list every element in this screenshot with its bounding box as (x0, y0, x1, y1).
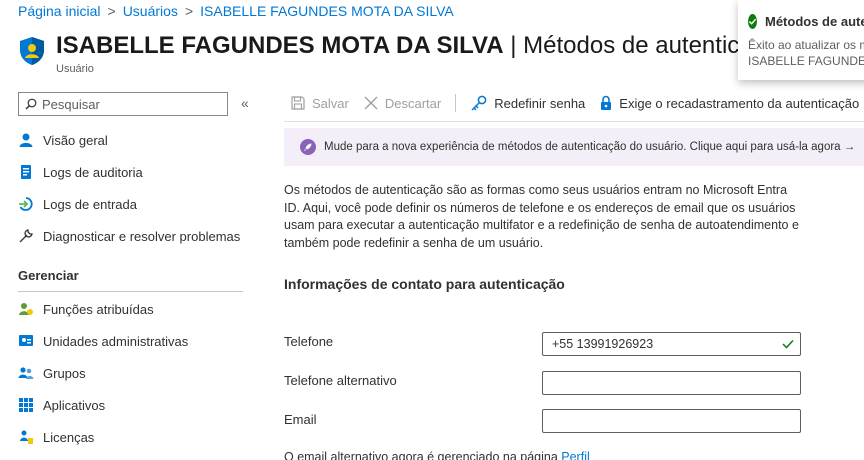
toast-body: Êxito ao atualizar os métodos ISABELLE F… (748, 37, 864, 69)
phone-label: Telefone (284, 334, 334, 349)
sidebar-item-audit-logs[interactable]: Logs de auditoria (18, 164, 143, 180)
alt-phone-field[interactable] (542, 371, 801, 395)
page-title: ISABELLE FAGUNDES MOTA DA SILVA | Método… (56, 30, 791, 62)
profile-link[interactable]: Perfil (561, 450, 589, 460)
license-icon (18, 429, 34, 445)
sidebar-item-overview[interactable]: Visão geral (18, 132, 108, 148)
toast-title: Métodos de autenticação (748, 14, 864, 29)
alt-email-note: O email alternativo agora é gerenciado n… (284, 450, 590, 460)
breadcrumb-separator: > (107, 3, 116, 19)
page-header: ISABELLE FAGUNDES MOTA DA SILVA | Método… (18, 30, 791, 66)
sidebar-item-licenses[interactable]: Licenças (18, 429, 94, 445)
sidebar-item-groups[interactable]: Grupos (18, 365, 86, 381)
admin-units-icon (18, 333, 34, 349)
collapse-sidebar-button[interactable]: « (241, 95, 249, 111)
sidebar-item-label: Licenças (43, 429, 95, 445)
sidebar-item-signin-logs[interactable]: Logs de entrada (18, 196, 137, 212)
key-icon (471, 95, 487, 111)
divider (284, 121, 864, 122)
breadcrumb-separator: > (184, 3, 194, 19)
toast-body-line: Êxito ao atualizar os métodos (748, 38, 864, 52)
description-text: Os métodos de autenticação são as formas… (284, 183, 799, 250)
sidebar-item-label: Unidades administrativas (43, 333, 189, 349)
roles-icon (18, 301, 34, 317)
sidebar-item-label: Aplicativos (43, 397, 106, 413)
phone-value: +55 13991926923 (552, 337, 654, 351)
search-placeholder: Pesquisar (42, 96, 100, 112)
page-title-name: ISABELLE FAGUNDES MOTA DA SILVA (56, 32, 504, 59)
sidebar-item-label: Grupos (43, 365, 86, 381)
page-title-separator: | (503, 32, 524, 59)
rocket-icon (300, 139, 316, 155)
discard-button[interactable]: Descartar (363, 95, 441, 111)
save-label: Salvar (312, 95, 349, 111)
success-check-icon (748, 14, 757, 29)
reset-password-button[interactable]: Redefinir senha (470, 95, 585, 111)
lock-icon (601, 95, 612, 110)
discard-label: Descartar (384, 95, 442, 111)
shield-user-icon (20, 37, 44, 65)
search-input[interactable]: Pesquisar (18, 92, 228, 116)
command-bar: Salvar Descartar Redefinir senha Exige o… (290, 94, 864, 112)
banner-text: Mude para a nova experiência de métodos … (324, 141, 856, 153)
page-subtitle: Usuário (56, 63, 94, 75)
sidebar-item-admin-units[interactable]: Unidades administrativas (18, 333, 188, 349)
sidebar-item-roles[interactable]: Funções atribuídas (18, 301, 154, 317)
toast-body-line: ISABELLE FAGUNDES MOTA DA SILVA (748, 54, 864, 68)
require-reregister-label: Exige o recadastramento da autenticação (619, 95, 860, 111)
sidebar-item-diagnose[interactable]: Diagnosticar e resolver problemas (18, 228, 240, 244)
breadcrumb: Página inicial > Usuários > ISABELLE FAG… (18, 3, 454, 19)
user-icon (18, 132, 34, 148)
toolbar-divider (455, 94, 457, 112)
require-reregister-button[interactable]: Exige o recadastramento da autenticação (599, 95, 859, 111)
sidebar-section-manage: Gerenciar (18, 268, 79, 283)
save-button[interactable]: Salvar (290, 95, 349, 111)
wrench-icon (18, 228, 34, 244)
info-banner[interactable]: Mude para a nova experiência de métodos … (284, 128, 864, 166)
divider (18, 291, 243, 292)
breadcrumb-users[interactable]: Usuários (123, 3, 178, 19)
email-field[interactable] (542, 409, 801, 433)
breadcrumb-home[interactable]: Página inicial (18, 3, 101, 19)
groups-icon (18, 365, 34, 381)
sidebar-item-label: Logs de auditoria (43, 164, 143, 180)
alt-phone-label: Telefone alternativo (284, 373, 397, 388)
breadcrumb-user[interactable]: ISABELLE FAGUNDES MOTA DA SILVA (200, 3, 454, 19)
alt-email-note-text: O email alternativo agora é gerenciado n… (284, 450, 562, 460)
sidebar-item-label: Logs de entrada (43, 196, 137, 212)
save-icon (291, 96, 305, 110)
phone-field[interactable]: +55 13991926923 (542, 332, 801, 356)
sidebar-item-label: Funções atribuídas (43, 301, 154, 317)
check-icon (782, 339, 794, 349)
log-icon (18, 164, 34, 180)
success-toast[interactable]: Métodos de autenticação Êxito ao atualiz… (738, 0, 864, 80)
apps-icon (18, 397, 34, 413)
sidebar-item-apps[interactable]: Aplicativos (18, 397, 105, 413)
email-label: Email (284, 412, 317, 427)
toast-title-text: Métodos de autenticação (765, 14, 864, 29)
sidebar-item-label: Diagnosticar e resolver problemas (43, 228, 241, 244)
close-icon (364, 96, 378, 110)
sidebar-item-label: Visão geral (43, 132, 108, 148)
signin-icon (18, 196, 34, 212)
section-title: Informações de contato para autenticação (284, 276, 565, 292)
reset-password-label: Redefinir senha (494, 95, 586, 111)
search-icon (25, 98, 37, 110)
